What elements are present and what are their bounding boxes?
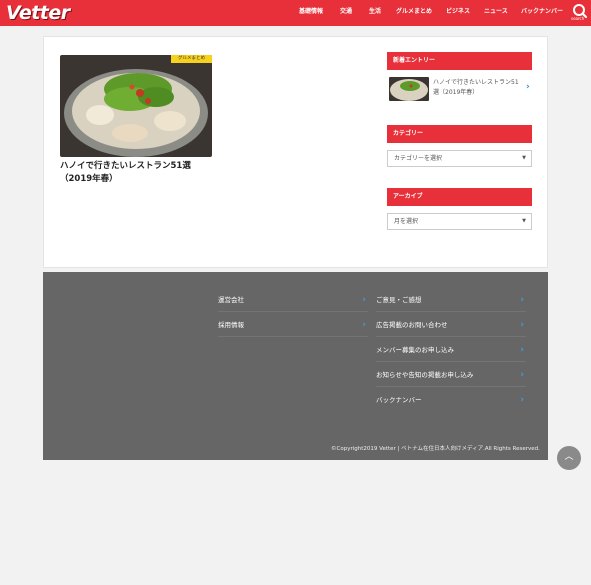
category-tag[interactable]: グルメまとめ xyxy=(171,55,212,63)
footer-link-label: 運営会社 xyxy=(218,296,244,304)
archive-select-value: 月を選択 xyxy=(394,218,419,225)
chevron-right-icon[interactable]: › xyxy=(526,82,530,92)
chevron-right-icon: › xyxy=(362,295,366,305)
footer-link-backnumber[interactable]: バックナンバー › xyxy=(376,388,526,412)
nav-item-transport[interactable]: 交通 xyxy=(340,6,352,15)
search-label: search xyxy=(571,16,585,21)
archive-heading: アーカイブ xyxy=(387,188,532,206)
footer-link-announcement[interactable]: お知らせや告知の掲載お申し込み › xyxy=(376,363,526,387)
hotpot-thumb-image xyxy=(389,77,429,101)
chevron-up-icon: ︿ xyxy=(564,452,574,462)
logo-text: Vetter xyxy=(6,2,70,24)
footer-link-feedback[interactable]: ご意見・ご感想 › xyxy=(376,288,526,312)
site-header: Vetter 基礎情報 交通 生活 グルメまとめ ビジネス ニュース バックナン… xyxy=(0,0,591,26)
footer-link-label: バックナンバー xyxy=(376,396,422,404)
archive-select[interactable]: 月を選択 ▼ xyxy=(387,213,532,230)
nav-item-news[interactable]: ニュース xyxy=(484,6,508,15)
footer-link-label: ご意見・ご感想 xyxy=(376,296,422,304)
nav-item-backnumber[interactable]: バックナンバー xyxy=(521,6,563,15)
nav-item-basics[interactable]: 基礎情報 xyxy=(299,6,323,15)
caret-down-icon: ▼ xyxy=(522,155,526,161)
nav-item-life[interactable]: 生活 xyxy=(369,6,381,15)
category-select-value: カテゴリーを選択 xyxy=(394,155,443,162)
scroll-to-top-button[interactable]: ︿ xyxy=(557,446,581,470)
new-entries-heading: 新着エントリー xyxy=(387,52,532,70)
chevron-right-icon: › xyxy=(520,370,524,380)
copyright-text: ©Copyright2019 Vetter | ベトナム在住日本人向けメディア.… xyxy=(331,446,540,452)
footer-link-recruit[interactable]: 採用情報 › xyxy=(218,313,368,337)
chevron-right-icon: › xyxy=(520,295,524,305)
category-select[interactable]: カテゴリーを選択 ▼ xyxy=(387,150,532,167)
chevron-right-icon: › xyxy=(362,320,366,330)
nav-item-gourmet[interactable]: グルメまとめ xyxy=(396,6,432,15)
footer-link-member[interactable]: メンバー募集のお申し込み › xyxy=(376,338,526,362)
category-heading: カテゴリー xyxy=(387,125,532,143)
hotpot-image xyxy=(60,55,212,157)
chevron-right-icon: › xyxy=(520,345,524,355)
chevron-right-icon: › xyxy=(520,395,524,405)
footer-link-label: 採用情報 xyxy=(218,321,244,329)
nav-item-business[interactable]: ビジネス xyxy=(446,6,470,15)
footer-link-label: 広告掲載のお問い合わせ xyxy=(376,321,448,329)
post-thumbnail[interactable] xyxy=(60,55,212,157)
post-title[interactable]: ハノイで行きたいレストラン51選（2019年春） xyxy=(60,160,220,186)
footer-link-label: お知らせや告知の掲載お申し込み xyxy=(376,371,474,379)
footer-link-label: メンバー募集のお申し込み xyxy=(376,346,454,354)
new-entry-title[interactable]: ハノイで行きたいレストラン51選（2019年春） xyxy=(433,78,521,98)
caret-down-icon: ▼ xyxy=(522,218,526,224)
footer-link-company[interactable]: 運営会社 › xyxy=(218,288,368,312)
site-logo[interactable]: Vetter xyxy=(6,2,70,24)
footer-link-ad-inquiry[interactable]: 広告掲載のお問い合わせ › xyxy=(376,313,526,337)
chevron-right-icon: › xyxy=(520,320,524,330)
new-entry-thumbnail[interactable] xyxy=(389,77,429,101)
